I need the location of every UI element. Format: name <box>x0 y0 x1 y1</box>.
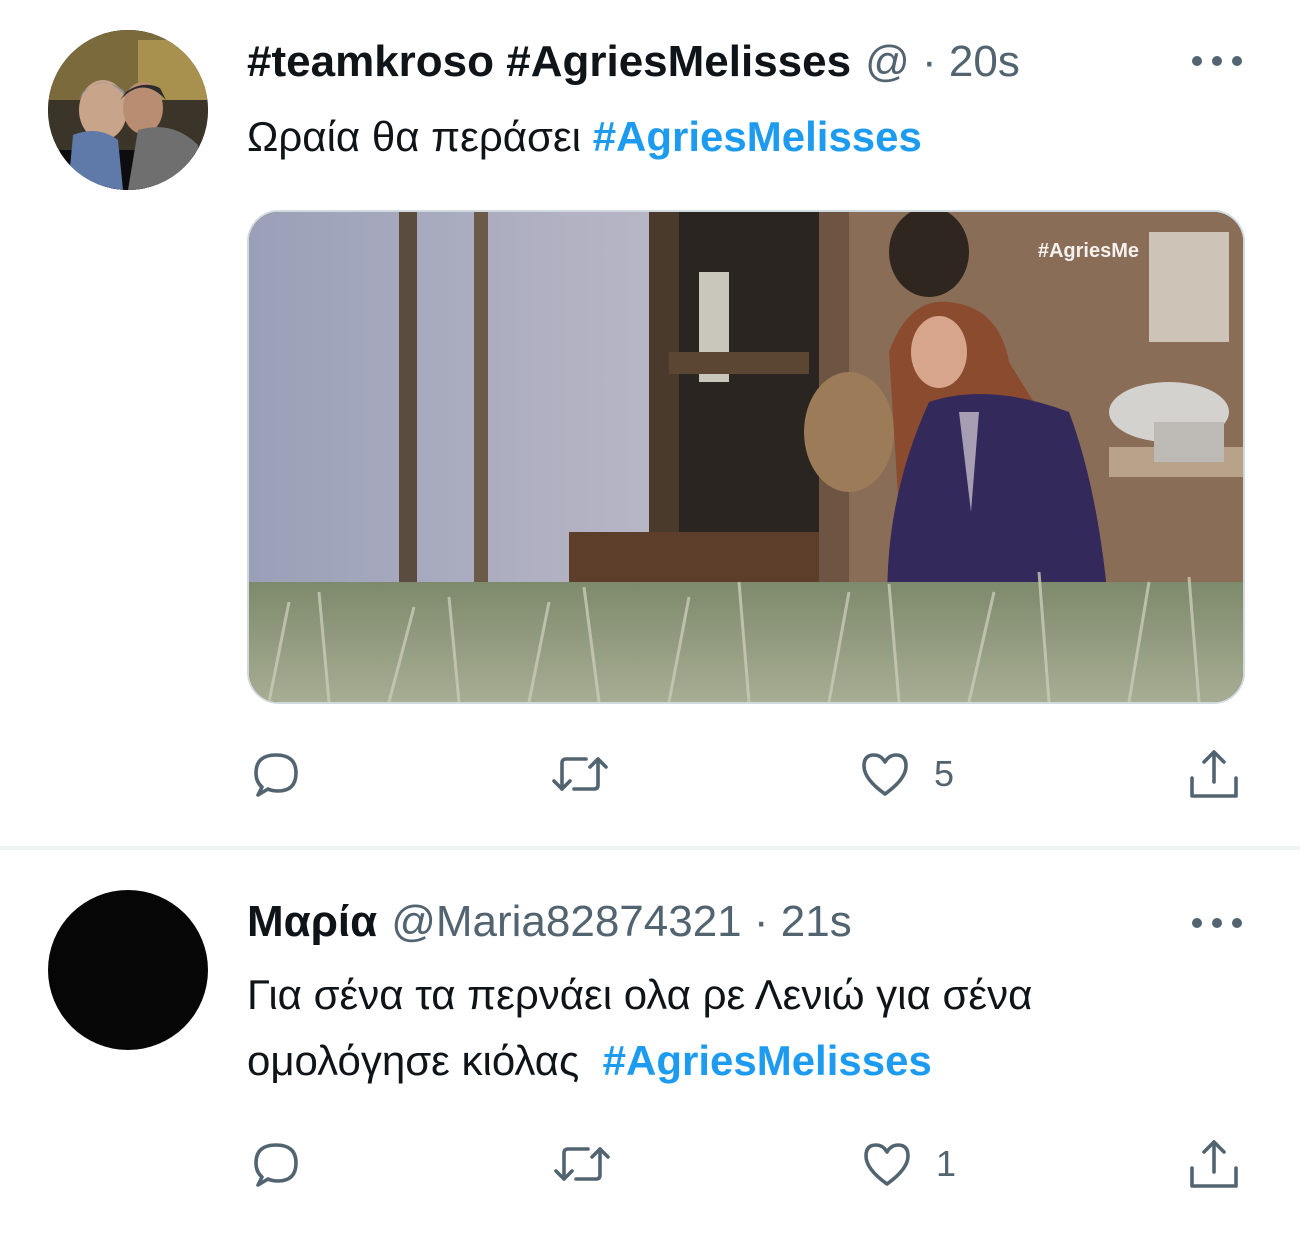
share-icon <box>1190 1140 1238 1188</box>
retweet-button[interactable] <box>550 1134 614 1194</box>
retweet-icon <box>552 757 608 791</box>
heart-icon <box>864 1143 910 1186</box>
retweet-icon <box>554 1147 610 1181</box>
like-count: 5 <box>934 753 955 794</box>
hashtag-link[interactable]: #AgriesMelisses <box>593 113 922 160</box>
reply-icon <box>254 753 298 797</box>
tweet-header: Μαρία @Maria82874321 · 21s <box>247 894 852 950</box>
tweet-actions: 1 <box>0 1134 1300 1194</box>
display-name[interactable]: #teamkroso #AgriesMelisses <box>247 37 851 86</box>
tweet-text-line: ομολόγησε κιόλας #AgriesMelisses <box>247 1028 1032 1094</box>
like-count: 1 <box>936 1143 957 1184</box>
avatar[interactable] <box>48 890 208 1050</box>
tweet-text-body: Ωραία θα περάσει <box>247 113 582 160</box>
separator-dot: · <box>753 897 769 946</box>
avatar[interactable] <box>48 30 208 190</box>
share-icon <box>1190 750 1238 798</box>
user-handle[interactable]: @ <box>865 37 910 86</box>
reply-icon <box>254 1143 298 1187</box>
tweet-text: Για σένα τα περνάει ολα ρε Λενιώ για σέν… <box>247 962 1032 1094</box>
like-button[interactable]: 5 <box>858 744 954 804</box>
media-photo <box>249 212 1243 702</box>
more-options-icon[interactable] <box>1190 46 1246 76</box>
more-options-icon[interactable] <box>1190 908 1246 938</box>
media-watermark: #AgriesMe <box>1037 240 1139 262</box>
separator-dot: · <box>922 37 937 86</box>
heart-icon <box>862 753 908 796</box>
tweet-text-line: Για σένα τα περνάει ολα ρε Λενιώ για σέν… <box>247 971 1033 1018</box>
hashtag-link[interactable]: #AgriesMelisses <box>603 1037 932 1084</box>
reply-button[interactable] <box>250 1134 302 1194</box>
tweet-header: #teamkroso #AgriesMelisses @ · 20s <box>247 34 1020 90</box>
display-name[interactable]: Μαρία <box>247 897 377 946</box>
share-button[interactable] <box>1186 744 1242 804</box>
reply-button[interactable] <box>250 744 302 804</box>
avatar-image <box>48 30 208 190</box>
tweet-text-body: ομολόγησε κιόλας <box>247 1037 580 1084</box>
user-handle[interactable]: @Maria82874321 <box>391 897 741 946</box>
tweet-text: Ωραία θα περάσει #AgriesMelisses <box>247 104 922 170</box>
share-button[interactable] <box>1186 1134 1242 1194</box>
retweet-button[interactable] <box>548 744 612 804</box>
timestamp[interactable]: 21s <box>781 897 852 946</box>
like-button[interactable]: 1 <box>860 1134 956 1194</box>
timestamp[interactable]: 20s <box>949 37 1020 86</box>
tweet[interactable]: Μαρία @Maria82874321 · 21s Για σένα τα πε… <box>0 850 1300 1244</box>
tweet-actions: 5 <box>0 744 1300 804</box>
tweet-media-image[interactable]: #AgriesMe <box>247 210 1245 704</box>
tweet[interactable]: #teamkroso #AgriesMelisses @ · 20s Ωραία … <box>0 0 1300 846</box>
